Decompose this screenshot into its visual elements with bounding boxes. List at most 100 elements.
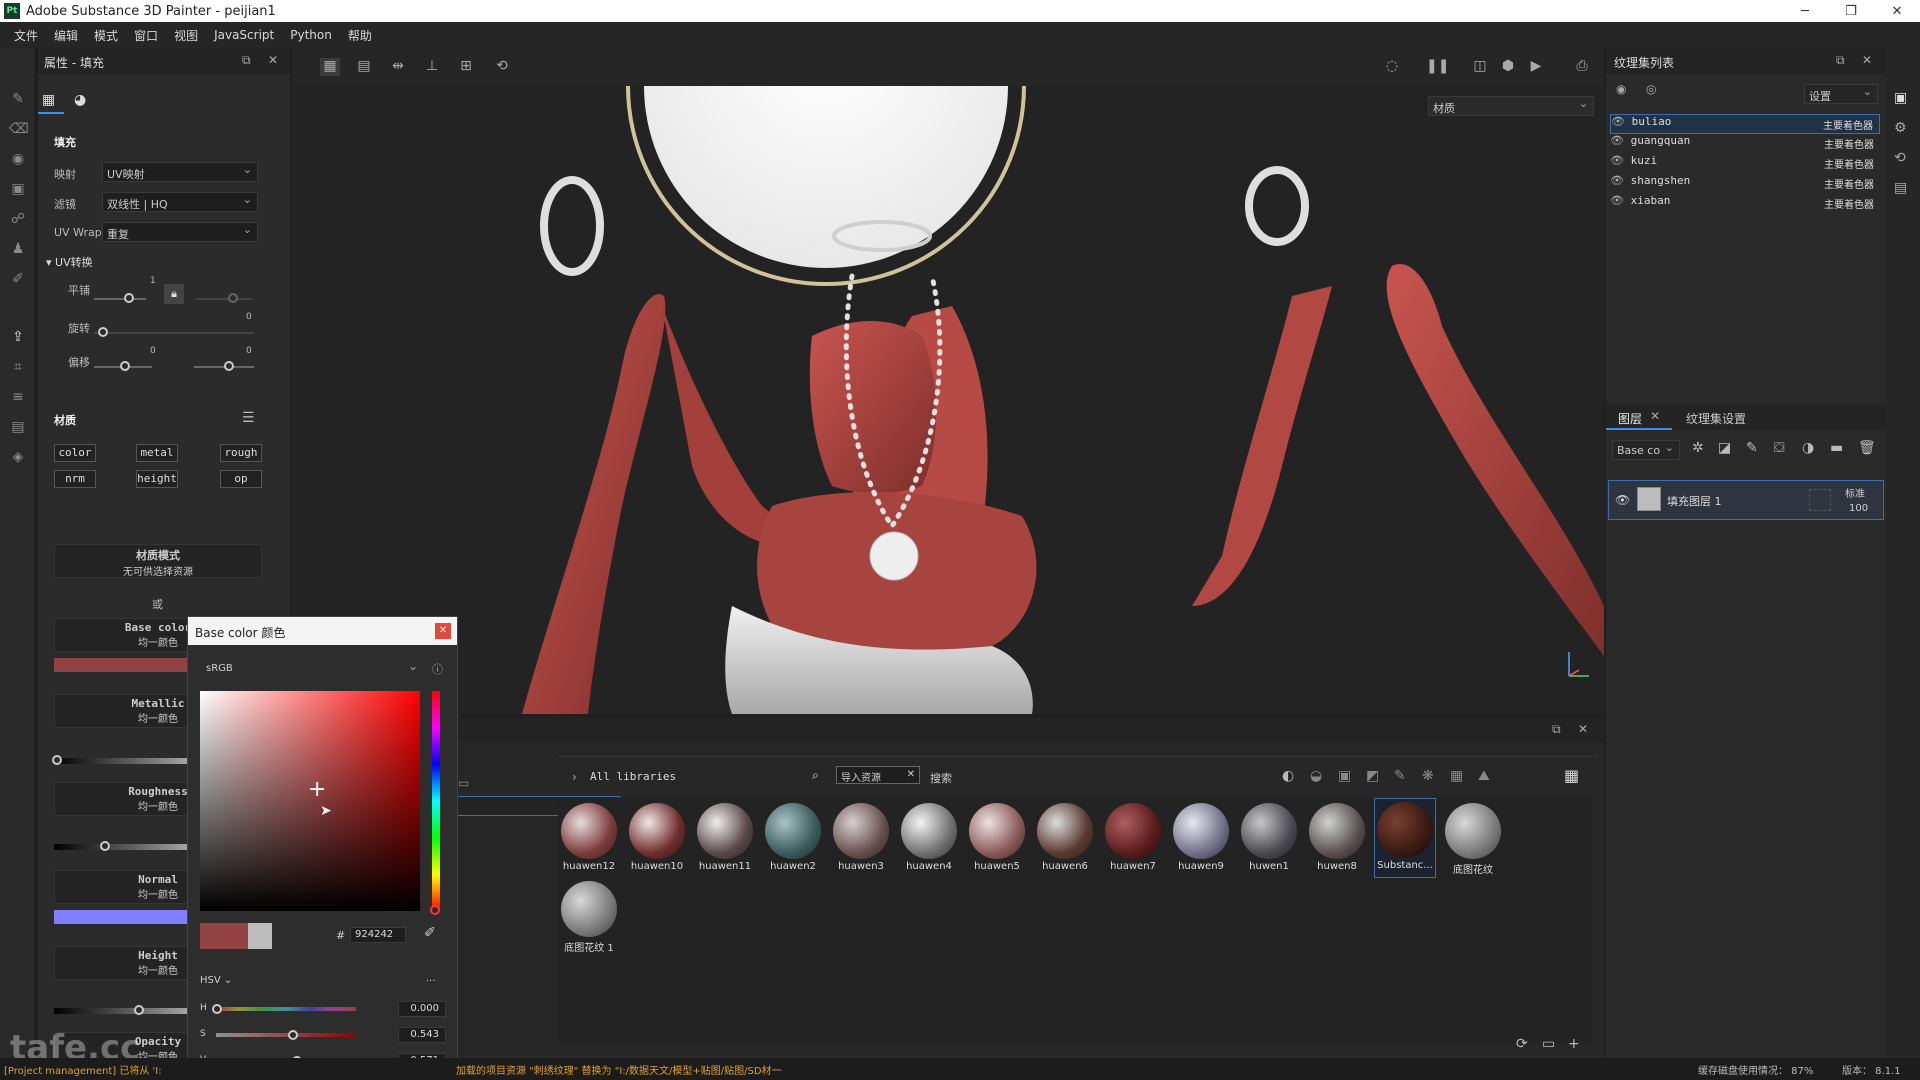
layer-blend-mode[interactable]: 标准 xyxy=(1845,485,1865,500)
uvwrap-dropdown[interactable]: 重复 xyxy=(102,222,258,242)
fill-properties-icon[interactable]: ▦ xyxy=(42,92,60,110)
eraser-icon[interactable]: ⌫ xyxy=(9,120,29,138)
filter-grid-icon[interactable]: ▦ xyxy=(1450,768,1463,784)
add-mask-icon[interactable]: ◪ xyxy=(1718,440,1731,456)
menu-help[interactable]: 帮助 xyxy=(348,27,372,44)
material-thumb[interactable]: huawen7 xyxy=(1102,800,1164,878)
h-knob[interactable] xyxy=(212,1004,222,1014)
metallic-knob[interactable] xyxy=(52,755,62,765)
material-thumb[interactable]: huwen1 xyxy=(1238,800,1300,878)
old-color-swatch[interactable] xyxy=(248,923,272,949)
texture-set-row[interactable]: 👁︎ xiaban 主要着色器 xyxy=(1610,194,1880,214)
viewport-mode-icon[interactable]: ◫ xyxy=(1470,58,1490,76)
offset-y-knob[interactable] xyxy=(224,361,234,371)
symmetry-icon[interactable]: ⇹ xyxy=(388,58,408,76)
bake-icon[interactable]: ◈ xyxy=(9,448,27,466)
h-slider[interactable] xyxy=(216,1007,356,1011)
close-window-icon[interactable]: ✕ xyxy=(1874,0,1920,22)
material-mode-box[interactable]: 材质模式 无可供选择资源 xyxy=(54,544,262,578)
material-thumb[interactable]: huawen6 xyxy=(1034,800,1096,878)
filter-masks-icon[interactable]: ◩ xyxy=(1366,768,1379,784)
texture-set-shader[interactable]: 主要着色器 xyxy=(1824,196,1874,211)
texture-set-shader[interactable]: 主要着色器 xyxy=(1824,156,1874,171)
material-thumb[interactable]: huawen12 xyxy=(558,800,620,878)
tiling-slider-y[interactable] xyxy=(196,298,252,300)
filter-smart-materials-icon[interactable]: ◒ xyxy=(1310,768,1322,784)
material-thumb[interactable]: 底图花纹 1 xyxy=(558,878,620,956)
menu-file[interactable]: 文件 xyxy=(14,27,38,44)
restore-icon[interactable]: ❐ xyxy=(1828,0,1874,22)
menu-javascript[interactable]: JavaScript xyxy=(214,28,274,42)
3d-viewport[interactable]: 材质 xyxy=(292,86,1604,714)
hue-slider[interactable] xyxy=(432,691,440,911)
camera-icon[interactable]: ▶ xyxy=(1526,58,1546,76)
close-dialog-icon[interactable]: ✕ xyxy=(435,623,451,639)
add-effect-icon[interactable]: ✲ xyxy=(1692,440,1704,456)
breadcrumb[interactable]: All libraries xyxy=(590,770,676,783)
save-icon[interactable]: ▭ xyxy=(458,776,469,790)
texture-set-row[interactable]: 👁︎ buliao 主要着色器 xyxy=(1610,114,1880,134)
filter-textures-icon[interactable]: ▣ xyxy=(1338,768,1351,784)
tiling-knob-y[interactable] xyxy=(228,293,238,303)
projection-icon[interactable]: ◉ xyxy=(9,150,27,168)
color-model-dropdown[interactable]: HSV ⌄ xyxy=(200,975,232,986)
float-panel-icon[interactable]: ⧉ xyxy=(1552,722,1561,737)
eyedropper-icon[interactable]: ✐ xyxy=(424,925,436,941)
display-settings-icon[interactable]: ▤ xyxy=(9,418,27,436)
search-tag[interactable]: 导入资源 ✕ xyxy=(836,766,920,784)
material-thumb[interactable]: huawen4 xyxy=(898,800,960,878)
tiling-knob[interactable] xyxy=(124,293,134,303)
texture-set-list-icon[interactable]: ▣ xyxy=(1894,90,1907,106)
history-icon[interactable]: ⟲ xyxy=(1894,150,1906,166)
polygon-fill-icon[interactable]: ▣ xyxy=(9,180,27,198)
material-thumb[interactable]: huawen3 xyxy=(830,800,892,878)
texture-set-icon[interactable]: ⌗ xyxy=(9,358,27,376)
material-thumb[interactable]: huawen10 xyxy=(626,800,688,878)
channel-rough[interactable]: rough xyxy=(220,444,262,462)
history-icon[interactable]: ⟲ xyxy=(492,58,512,76)
more-options[interactable]: ... xyxy=(426,973,436,984)
material-thumb-selected[interactable]: Substanc... xyxy=(1374,798,1436,878)
texture-set-shader[interactable]: 主要着色器 xyxy=(1824,136,1874,151)
log-icon[interactable]: ▤ xyxy=(1894,180,1907,196)
float-panel-icon[interactable]: ⧉ xyxy=(242,53,251,68)
texture-set-row[interactable]: 👁︎ guangquan 主要着色器 xyxy=(1610,134,1880,154)
filter-particles-icon[interactable]: ❋ xyxy=(1422,768,1434,784)
mask-slot[interactable] xyxy=(1809,489,1831,511)
material-thumb[interactable]: huwen8 xyxy=(1306,800,1368,878)
material-thumb[interactable]: huawen5 xyxy=(966,800,1028,878)
menu-view[interactable]: 视图 xyxy=(174,27,198,44)
material-thumb[interactable]: huawen9 xyxy=(1170,800,1232,878)
grid-view-icon[interactable]: ▦ xyxy=(1564,766,1579,785)
texture-set-row[interactable]: 👁︎ kuzi 主要着色器 xyxy=(1610,154,1880,174)
channel-op[interactable]: op xyxy=(220,470,262,488)
layer-row[interactable]: 👁︎ 填充图层 1 标准 100 xyxy=(1608,480,1884,520)
eye-icon[interactable]: ◎ xyxy=(1646,82,1656,96)
channel-metal[interactable]: metal xyxy=(136,444,178,462)
filter-brushes-icon[interactable]: ✎ xyxy=(1394,768,1406,784)
tab-layers[interactable]: 图层 xyxy=(1618,410,1642,427)
menu-window[interactable]: 窗口 xyxy=(134,27,158,44)
new-folder-icon[interactable]: ▭ xyxy=(1542,1036,1555,1052)
smudge-icon[interactable]: ☍ xyxy=(9,210,27,228)
search-label[interactable]: 搜索 xyxy=(930,770,952,786)
menu-python[interactable]: Python xyxy=(290,28,332,42)
viewport-material-dropdown[interactable]: 材质 xyxy=(1428,96,1594,116)
clear-search-icon[interactable]: ✕ xyxy=(907,769,915,780)
screenshot-icon[interactable]: ⎙ xyxy=(1572,58,1592,76)
channel-height[interactable]: height xyxy=(136,470,178,488)
offset-x-knob[interactable] xyxy=(120,361,130,371)
close-tab-icon[interactable]: ✕ xyxy=(1650,409,1660,423)
minimize-icon[interactable]: ─ xyxy=(1782,0,1828,22)
menu-edit[interactable]: 编辑 xyxy=(54,27,78,44)
menu-mode[interactable]: 模式 xyxy=(94,27,118,44)
close-panel-icon[interactable]: ✕ xyxy=(1862,53,1872,67)
material-thumb[interactable]: huawen11 xyxy=(694,800,756,878)
channel-nrm[interactable]: nrm xyxy=(54,470,96,488)
picker-icon[interactable]: ✐ xyxy=(9,270,27,288)
add-fill-layer-icon[interactable]: ⛋ xyxy=(1774,440,1785,456)
hex-input[interactable]: 924242 xyxy=(350,927,406,943)
channel-dropdown[interactable]: Base co xyxy=(1612,440,1680,460)
grid-view-icon[interactable]: ▤ xyxy=(354,58,374,76)
texture-settings-dropdown[interactable]: 设置 xyxy=(1804,84,1878,104)
